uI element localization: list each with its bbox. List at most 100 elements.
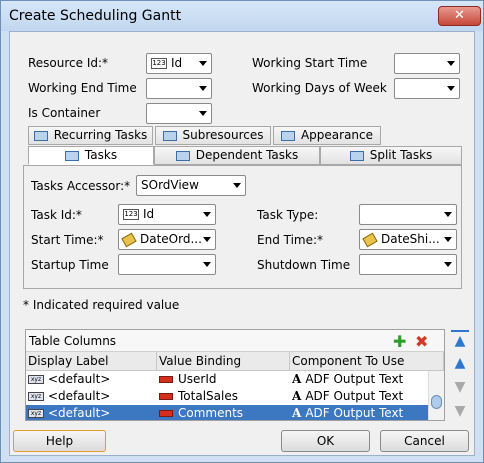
display-label-cell: xyz <default> <box>28 388 156 404</box>
tag-icon <box>362 232 378 247</box>
resource-id-label: Resource Id:* <box>28 56 109 70</box>
tasks-panel: Tasks Accessor:* SOrdView Task Id:* 123 I… <box>23 165 462 289</box>
tab-appearance[interactable]: Appearance <box>273 126 381 145</box>
help-button[interactable]: Help <box>13 430 106 452</box>
end-time-value: DateShi... <box>381 232 440 246</box>
tab-dependent-tasks[interactable]: Dependent Tasks <box>154 146 320 165</box>
xyz-icon: xyz <box>28 392 44 401</box>
task-type-combo[interactable] <box>359 204 457 225</box>
component-cell: A ADF Output Text <box>292 388 428 404</box>
number-type-icon: 123 <box>151 58 167 69</box>
column-header-value-binding[interactable]: Value Binding <box>157 352 290 371</box>
chevron-down-icon <box>233 183 241 188</box>
dialog-window: Create Scheduling Gantt ✕ Resource Id:* … <box>0 0 484 463</box>
add-icon[interactable]: ✚ <box>393 332 406 351</box>
delete-icon[interactable]: ✖ <box>415 332 428 351</box>
binding-icon <box>159 410 173 417</box>
chevron-down-icon <box>444 262 452 267</box>
move-top-icon[interactable]: ▲ <box>451 330 469 349</box>
startup-time-combo[interactable] <box>118 254 216 275</box>
display-label-text: <default> <box>48 372 111 386</box>
end-time-combo[interactable]: DateShi... <box>359 229 457 250</box>
binding-icon <box>159 376 173 383</box>
component-cell: A ADF Output Text <box>292 405 428 420</box>
shutdown-time-combo[interactable] <box>359 254 457 275</box>
component-text: ADF Output Text <box>305 389 404 403</box>
value-binding-text: UserId <box>178 372 217 386</box>
scrollbar-thumb[interactable] <box>431 395 442 409</box>
tasks-icon <box>64 150 79 161</box>
tasks-accessor-combo[interactable]: SOrdView <box>136 175 246 196</box>
tasks-accessor-label: Tasks Accessor:* <box>31 179 131 193</box>
chevron-down-icon <box>199 61 207 66</box>
chevron-down-icon <box>199 86 207 91</box>
tab-subresources[interactable]: Subresources <box>155 126 271 145</box>
chevron-down-icon <box>203 237 211 242</box>
required-note: * Indicated required value <box>23 298 180 312</box>
adf-output-text-icon: A <box>292 389 302 403</box>
component-text: ADF Output Text <box>305 372 404 386</box>
chevron-down-icon <box>447 86 455 91</box>
title-bar[interactable]: Create Scheduling Gantt ✕ <box>1 1 483 31</box>
start-time-value: DateOrd... <box>140 232 202 246</box>
number-type-icon: 123 <box>123 209 139 220</box>
end-time-label: End Time:* <box>257 233 324 247</box>
move-down-icon[interactable]: ▼ <box>451 378 469 396</box>
value-binding-text: Comments <box>178 406 244 420</box>
task-type-label: Task Type: <box>257 208 319 222</box>
split-icon <box>349 150 364 161</box>
ok-button-label: OK <box>316 434 335 448</box>
task-id-combo[interactable]: 123 Id <box>118 204 216 225</box>
table-header-bar: Table Columns ✚ ✖ <box>26 330 444 352</box>
value-binding-text: TotalSales <box>178 389 238 403</box>
working-start-time-combo[interactable] <box>394 53 460 74</box>
working-end-time-combo[interactable] <box>146 78 212 99</box>
close-button[interactable]: ✕ <box>438 6 481 26</box>
value-binding-cell: TotalSales <box>159 388 288 404</box>
ok-button[interactable]: OK <box>281 430 370 452</box>
display-label-text: <default> <box>48 389 111 403</box>
table-row-selected[interactable]: xyz <default> Comments A ADF Output Text <box>26 405 428 420</box>
tasks-accessor-value: SOrdView <box>141 178 199 192</box>
tab-label: Split Tasks <box>369 148 433 162</box>
start-time-label: Start Time:* <box>31 233 104 247</box>
close-icon: ✕ <box>454 8 465 23</box>
working-days-combo[interactable] <box>394 78 460 99</box>
tab-label: Dependent Tasks <box>195 148 299 162</box>
cancel-button[interactable]: Cancel <box>380 430 469 452</box>
help-button-label: Help <box>45 434 74 448</box>
move-bottom-icon[interactable]: ▼ <box>451 402 469 420</box>
start-time-combo[interactable]: DateOrd... <box>118 229 216 250</box>
tab-split-tasks[interactable]: Split Tasks <box>320 146 462 165</box>
tab-label: Recurring Tasks <box>53 128 148 142</box>
recurring-icon <box>33 130 48 141</box>
component-cell: A ADF Output Text <box>292 371 428 387</box>
working-days-label: Working Days of Week <box>252 81 387 95</box>
move-up-icon[interactable]: ▲ <box>451 354 469 372</box>
is-container-label: Is Container <box>28 106 101 120</box>
cancel-button-label: Cancel <box>404 434 445 448</box>
tab-recurring-tasks[interactable]: Recurring Tasks <box>28 126 153 145</box>
tab-tasks[interactable]: Tasks <box>28 146 154 165</box>
display-label-text: <default> <box>48 406 111 420</box>
startup-time-label: Startup Time <box>31 258 109 272</box>
appearance-icon <box>280 130 295 141</box>
xyz-icon: xyz <box>28 375 44 384</box>
resource-id-value: Id <box>171 56 183 70</box>
shutdown-time-label: Shutdown Time <box>257 258 351 272</box>
chevron-down-icon <box>199 111 207 116</box>
table-row[interactable]: xyz <default> TotalSales A ADF Output Text <box>26 388 428 404</box>
tag-icon <box>121 232 137 247</box>
column-header-display-label[interactable]: Display Label <box>26 352 157 371</box>
table-row[interactable]: xyz <default> UserId A ADF Output Text <box>26 371 428 387</box>
xyz-icon: xyz <box>28 409 44 418</box>
is-container-combo[interactable] <box>146 103 212 124</box>
dialog-body: Resource Id:* 123 Id Working Start Time W… <box>9 31 475 456</box>
table-scrollbar[interactable] <box>428 371 444 420</box>
display-label-cell: xyz <default> <box>28 405 156 420</box>
component-text: ADF Output Text <box>305 406 404 420</box>
value-binding-cell: Comments <box>159 405 288 420</box>
resource-id-combo[interactable]: 123 Id <box>146 53 212 74</box>
column-header-component[interactable]: Component To Use <box>290 352 444 371</box>
binding-icon <box>159 393 173 400</box>
